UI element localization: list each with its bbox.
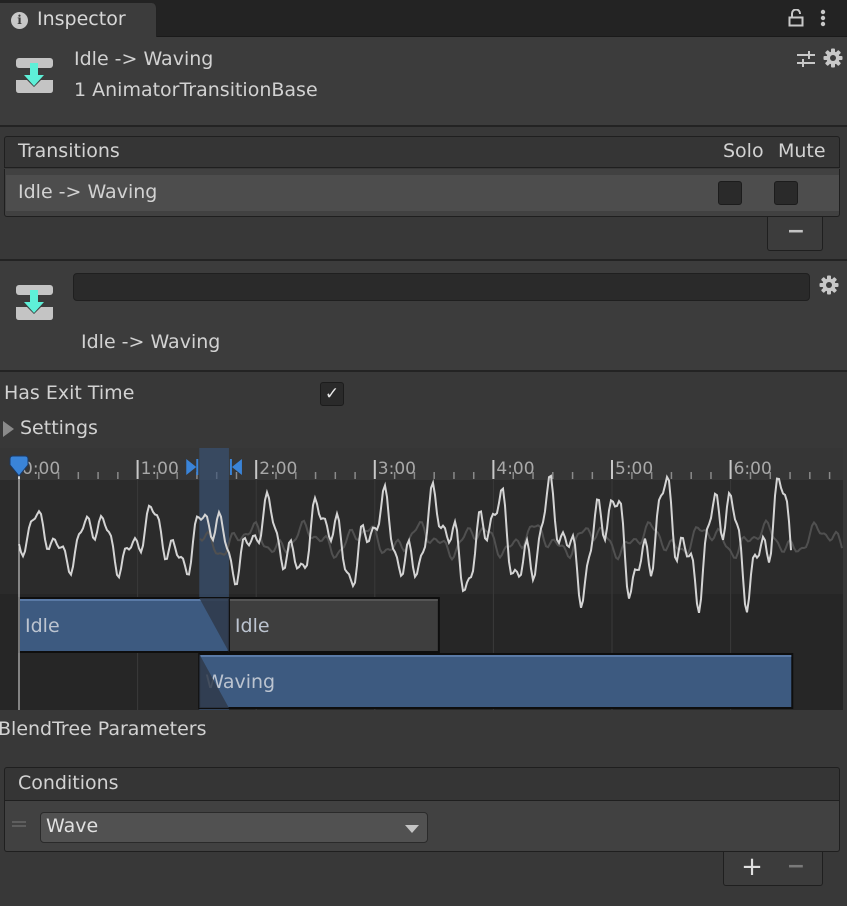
- transition-row[interactable]: Idle -> Waving: [6, 175, 839, 211]
- conditions-list-header: Conditions: [4, 767, 840, 801]
- condition-parameter-dropdown[interactable]: Wave: [40, 812, 428, 843]
- solo-column-label: Solo: [723, 140, 764, 162]
- clip-waving[interactable]: Waving: [198, 653, 794, 709]
- header-title: Idle -> Waving: [74, 48, 214, 70]
- conditions-list-footer: + −: [723, 852, 823, 886]
- transition-detail-label: Idle -> Waving: [81, 331, 221, 353]
- tick-label: 2:00: [259, 459, 297, 479]
- transitions-title: Transitions: [18, 140, 120, 162]
- has-exit-time-checkbox[interactable]: ✓: [320, 382, 344, 406]
- remove-condition-button[interactable]: −: [782, 852, 810, 884]
- kebab-menu-icon[interactable]: [818, 9, 828, 27]
- chevron-down-icon: [405, 825, 419, 833]
- tick-label: 1:00: [141, 459, 179, 479]
- clip-label: Idle: [235, 615, 270, 637]
- clip-highlight: [229, 599, 438, 601]
- settings-foldout-label[interactable]: Settings: [20, 417, 98, 439]
- gear-icon[interactable]: [823, 48, 843, 68]
- mute-checkbox[interactable]: [774, 181, 798, 205]
- animator-transition-icon: [16, 58, 53, 93]
- transitions-list-header: Transitions Solo Mute: [4, 136, 840, 168]
- transition-detail-header: Idle -> Waving: [0, 259, 847, 372]
- conditions-list: Wave: [4, 801, 840, 852]
- timeline-ruler[interactable]: [0, 448, 843, 480]
- add-condition-button[interactable]: +: [738, 852, 766, 884]
- transitions-list-footer: −: [767, 217, 823, 251]
- gear-icon[interactable]: [819, 275, 839, 295]
- tick-label: 6:00: [734, 459, 772, 479]
- mute-column-label: Mute: [778, 140, 826, 162]
- tab-label: Inspector: [37, 8, 126, 30]
- presets-icon[interactable]: [796, 50, 816, 68]
- clip-label: Idle: [25, 615, 60, 637]
- tab-inspector[interactable]: i Inspector: [0, 3, 157, 37]
- clip-highlight: [200, 655, 792, 657]
- transition-name-input[interactable]: [73, 273, 810, 301]
- solo-checkbox[interactable]: [718, 181, 742, 205]
- clip-idle[interactable]: Idle: [18, 597, 230, 653]
- conditions-title: Conditions: [18, 772, 119, 794]
- inspector-header: Idle -> Waving 1 AnimatorTransitionBase: [0, 37, 847, 127]
- tab-bar: i Inspector: [0, 0, 847, 37]
- header-subtitle: 1 AnimatorTransitionBase: [74, 79, 318, 101]
- transitions-list: Idle -> Waving: [4, 169, 840, 217]
- animator-transition-icon: [16, 285, 53, 320]
- clip-idle[interactable]: Idle: [227, 597, 440, 653]
- has-exit-time-label: Has Exit Time: [4, 382, 135, 404]
- timeline-canvas[interactable]: 0:00 1:00 2:00 3:00 4:00 5:00 6:00 Idle IdleWav…: [0, 448, 843, 710]
- condition-parameter-value: Wave: [46, 815, 99, 837]
- blendtree-parameters-label: BlendTree Parameters: [0, 718, 207, 740]
- info-icon: i: [11, 12, 28, 29]
- remove-transition-button[interactable]: −: [768, 217, 824, 251]
- drag-handle-icon[interactable]: [12, 821, 26, 827]
- clip-block[interactable]: [198, 653, 794, 709]
- tick-label: 3:00: [378, 459, 416, 479]
- tick-label: 4:00: [496, 459, 534, 479]
- transition-row-label: Idle -> Waving: [18, 181, 158, 203]
- clip-highlight: [20, 599, 228, 601]
- tick-label: 5:00: [615, 459, 653, 479]
- transition-timeline[interactable]: 0:00 1:00 2:00 3:00 4:00 5:00 6:00 Idle Idle Wav…: [0, 448, 843, 710]
- lock-open-icon[interactable]: [788, 9, 804, 27]
- settings-foldout-arrow-icon[interactable]: [3, 421, 14, 437]
